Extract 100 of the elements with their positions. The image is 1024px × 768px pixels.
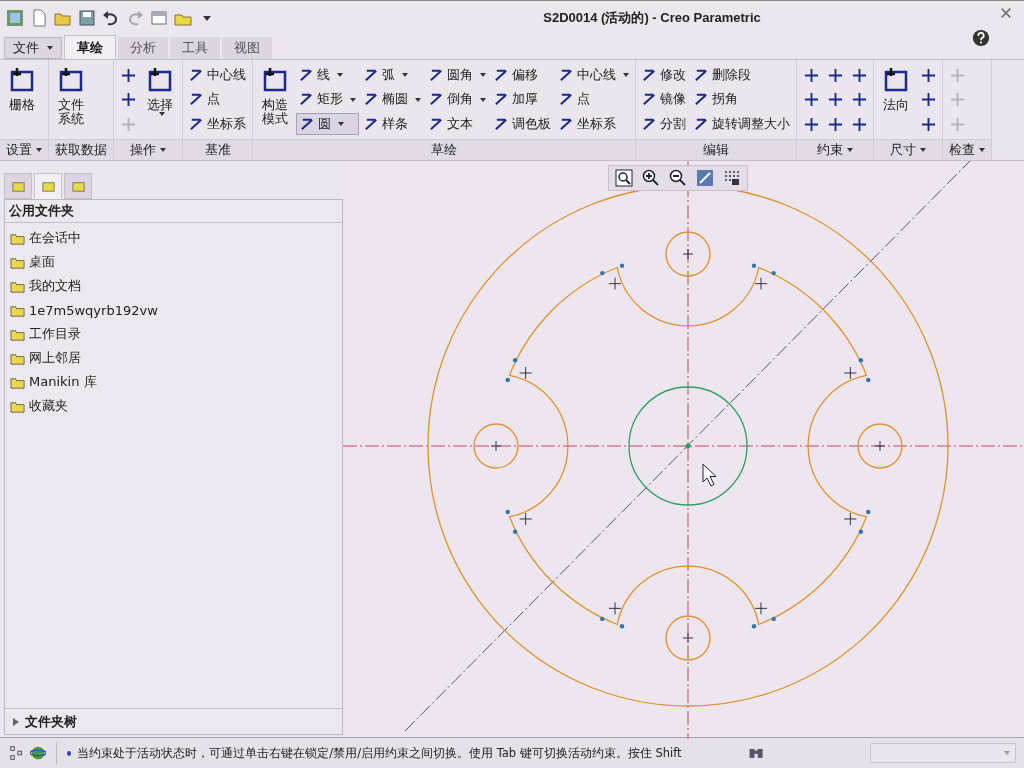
ribbon-button[interactable]: 椭圆 <box>361 88 424 111</box>
group-label[interactable]: 约束 <box>797 139 873 160</box>
group-label[interactable]: 尺寸 <box>874 139 942 160</box>
center-mark <box>843 512 857 526</box>
vertex-point <box>600 270 605 276</box>
ribbon-button[interactable]: 圆角 <box>426 64 489 86</box>
ribbon-button[interactable]: 旋转调整大小 <box>691 113 793 135</box>
ribbon-button[interactable]: 中心线 <box>186 64 249 86</box>
tool-icon <box>429 92 444 107</box>
plus-icon[interactable] <box>120 92 136 107</box>
tree-view-icon[interactable] <box>8 743 25 763</box>
ribbon-tab[interactable]: 工具 <box>170 37 220 59</box>
ribbon-button[interactable]: 拐角 <box>691 88 793 111</box>
ribbon-button[interactable]: 坐标系 <box>186 113 249 135</box>
group-label[interactable]: 操作 <box>114 139 182 160</box>
repaint-icon[interactable] <box>696 169 714 187</box>
folder-item[interactable]: 我的文档 <box>5 274 342 298</box>
ribbon-tab[interactable]: 分析 <box>118 37 168 59</box>
zoom-in-icon[interactable] <box>642 169 660 187</box>
plus-icon[interactable] <box>803 67 819 83</box>
ribbon-button[interactable]: 文本 <box>426 113 489 135</box>
ribbon-button[interactable]: 栅格 <box>3 64 41 114</box>
plus-icon[interactable] <box>851 67 867 83</box>
tool-icon <box>559 116 574 132</box>
ribbon-button[interactable]: 点 <box>186 88 249 111</box>
ribbon-button[interactable]: 圆 <box>296 113 359 135</box>
ribbon-button[interactable]: 文件系统 <box>52 64 90 128</box>
file-menu[interactable]: 文件 <box>4 37 62 59</box>
grid-display-icon[interactable] <box>723 169 741 187</box>
folder-item[interactable]: 收藏夹 <box>5 394 342 418</box>
tool-icon <box>642 116 657 132</box>
ribbon-button[interactable]: 中心线 <box>556 64 632 86</box>
ribbon-button[interactable]: 选择 <box>141 64 179 118</box>
plus-icon[interactable] <box>920 67 936 83</box>
tool-icon <box>694 67 709 83</box>
ribbon-button[interactable]: 加厚 <box>491 88 554 111</box>
plus-icon[interactable] <box>827 116 843 132</box>
vertex-point <box>512 358 518 363</box>
zoom-fit-icon[interactable] <box>615 169 633 187</box>
group-label[interactable]: 草绘 <box>253 139 635 160</box>
ribbon-tab[interactable]: 视图 <box>222 37 272 59</box>
caret-icon <box>847 148 853 152</box>
ribbon-tab[interactable]: 草绘 <box>64 35 116 59</box>
tool-icon <box>300 116 315 132</box>
ribbon-button[interactable]: 调色板 <box>491 113 554 135</box>
zoom-out-icon[interactable] <box>669 169 687 187</box>
tool-icon <box>694 92 709 107</box>
plus-icon[interactable] <box>827 67 843 83</box>
vertex-point <box>600 616 605 622</box>
tool-icon <box>364 67 379 83</box>
ribbon-button[interactable]: 线 <box>296 64 359 86</box>
caret-icon <box>159 111 165 116</box>
save-icon[interactable] <box>78 9 96 27</box>
folder-item[interactable]: 网上邻居 <box>5 346 342 370</box>
plus-icon[interactable] <box>920 116 936 132</box>
plus-icon[interactable] <box>803 116 819 132</box>
ribbon-button[interactable]: 倒角 <box>426 88 489 111</box>
ribbon-button[interactable]: 分割 <box>639 113 689 135</box>
folder-item[interactable]: 在会话中 <box>5 226 342 250</box>
caret-icon <box>402 73 408 77</box>
center-mark <box>754 277 768 291</box>
caret-icon <box>920 148 926 152</box>
group-label[interactable]: 获取数据 <box>49 139 113 160</box>
plus-icon[interactable] <box>120 67 136 83</box>
plus-icon[interactable] <box>920 92 936 107</box>
help-icon[interactable] <box>972 29 990 47</box>
hole-circle <box>665 615 711 661</box>
ribbon-button[interactable]: 矩形 <box>296 88 359 111</box>
ribbon-button[interactable]: 弧 <box>361 64 424 86</box>
ribbon-button[interactable]: 镜像 <box>639 88 689 111</box>
folder-item[interactable]: Manikin 库 <box>5 370 342 394</box>
app-icon[interactable] <box>6 9 24 27</box>
plus-icon[interactable] <box>851 92 867 107</box>
caret-icon <box>480 97 486 102</box>
folder-tree-toggle[interactable]: 文件夹树 <box>5 708 342 734</box>
close-icon[interactable] <box>1000 7 1012 19</box>
center-mark <box>608 601 622 615</box>
ribbon-button[interactable]: 偏移 <box>491 64 554 86</box>
plus-icon[interactable] <box>803 92 819 107</box>
group-label[interactable]: 基准 <box>183 139 252 160</box>
plus-icon[interactable] <box>851 116 867 132</box>
center-mark <box>608 277 622 291</box>
ribbon-button[interactable]: 坐标系 <box>556 113 632 135</box>
folder-item[interactable]: 桌面 <box>5 250 342 274</box>
plus-icon[interactable] <box>827 92 843 107</box>
ribbon-button[interactable]: 法向 <box>877 64 915 114</box>
customize-caret-icon[interactable] <box>202 13 212 23</box>
folder-item[interactable]: 1e7m5wqyrb192vw <box>5 298 342 322</box>
ribbon-button[interactable]: 样条 <box>361 113 424 135</box>
group-label[interactable]: 检查 <box>943 139 991 160</box>
ribbon-button[interactable]: 构造模式 <box>256 64 294 128</box>
folder-item[interactable]: 工作目录 <box>5 322 342 346</box>
caret-icon <box>338 122 344 126</box>
ribbon-button[interactable]: 点 <box>556 88 632 111</box>
group-label[interactable]: 编辑 <box>636 139 796 160</box>
undo-icon[interactable] <box>102 9 120 27</box>
group-label[interactable]: 设置 <box>0 139 48 160</box>
ribbon-button[interactable]: 修改 <box>639 64 689 86</box>
tool-icon <box>559 67 574 83</box>
ribbon-button[interactable]: 删除段 <box>691 64 793 86</box>
